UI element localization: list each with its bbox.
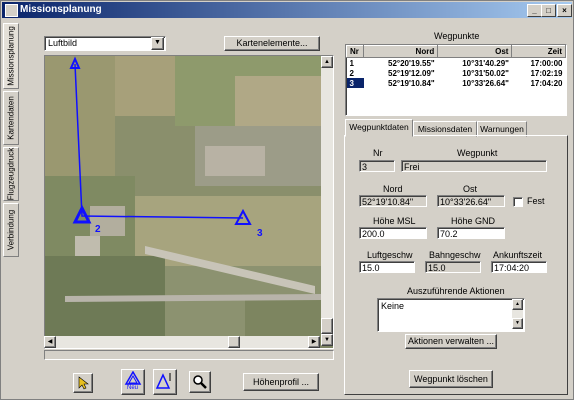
table-row-selected[interactable]: 3 52°19'10.84" 10°33'26.64" 17:04:20	[346, 78, 566, 88]
scroll-thumb-vertical[interactable]	[321, 318, 333, 334]
aktionen-verwalten-button[interactable]: Aktionen verwalten ...	[405, 334, 497, 349]
column-header[interactable]: Zeit	[511, 45, 566, 58]
table-row[interactable]: 2 52°19'12.09" 10°31'50.02" 17:02:19	[347, 68, 566, 78]
arrow-cursor-icon	[78, 376, 89, 390]
maximize-button[interactable]: □	[541, 4, 556, 17]
wegpunkt-label: Wegpunkt	[457, 148, 498, 158]
column-header[interactable]: Ost	[437, 45, 513, 58]
chevron-down-icon[interactable]: ▼	[151, 37, 164, 50]
column-header[interactable]: Nord	[362, 45, 439, 58]
nord-field: 52°19'10.84"	[359, 195, 427, 207]
list-item[interactable]: Keine	[381, 301, 404, 311]
map-view[interactable]: 2 3 ▲ ▼	[44, 55, 334, 349]
hoehenprofil-button[interactable]: Höhenprofil ...	[243, 373, 319, 391]
luftgeschw-field[interactable]: 15.0	[359, 261, 415, 273]
scroll-down-icon[interactable]: ▼	[321, 334, 333, 346]
close-button[interactable]: ×	[557, 4, 572, 17]
fest-label: Fest	[527, 196, 545, 206]
aerial-map[interactable]: 2 3	[45, 56, 321, 346]
hoehe-gnd-label: Höhe GND	[451, 216, 496, 226]
zoom-tool-button[interactable]	[189, 371, 211, 393]
waypoints-table[interactable]: Nr Nord Ost Zeit 1 52°20'19.55" 10°31'40…	[345, 44, 567, 116]
triangle-icon	[124, 371, 142, 385]
ost-label: Ost	[463, 184, 478, 194]
column-header[interactable]: Nr	[346, 45, 364, 58]
aktionen-list[interactable]: Keine ▲ ▼	[377, 298, 525, 332]
side-tab-flugzeugdruck[interactable]: Flugzeugdruck	[3, 147, 19, 201]
waypoints-title: Wegpunkte	[434, 31, 480, 41]
map-status-bar	[44, 350, 334, 360]
hoehe-msl-field[interactable]: 200.0	[359, 227, 427, 239]
waypoint-label: 3	[257, 228, 263, 239]
app-icon	[5, 4, 18, 17]
scroll-down-icon[interactable]: ▼	[512, 318, 523, 329]
scroll-thumb-horizontal[interactable]	[228, 336, 240, 348]
side-tab-kartendaten[interactable]: Kartendaten	[3, 91, 19, 145]
tab-wegpunktdaten[interactable]: Wegpunktdaten	[345, 119, 413, 137]
main-window: Missionsplanung _ □ × Missionsplanung Ka…	[0, 0, 574, 400]
map-layer-select[interactable]: Luftbild ▼	[44, 36, 166, 51]
ankunftszeit-label: Ankunftszeit	[493, 250, 543, 260]
fest-checkbox[interactable]	[513, 197, 523, 207]
scroll-right-icon[interactable]: ▶	[308, 336, 320, 348]
table-row[interactable]: 1 52°20'19.55" 10°31'40.29" 17:00:00	[347, 58, 566, 69]
pointer-tool-button[interactable]	[73, 373, 93, 393]
scroll-left-icon[interactable]: ◀	[44, 336, 56, 348]
ost-field: 10°33'26.64"	[437, 195, 505, 207]
nr-label: Nr	[373, 148, 383, 158]
hoehe-msl-label: Höhe MSL	[373, 216, 416, 226]
luftgeschw-label: Luftgeschw	[367, 250, 413, 260]
nr-field: 3	[359, 160, 395, 172]
triangle-move-icon	[155, 373, 171, 389]
wegpunkt-loeschen-button[interactable]: Wegpunkt löschen	[409, 370, 493, 388]
waypoint-label: 2	[95, 224, 101, 235]
map-vertical-scrollbar[interactable]: ▲ ▼	[321, 56, 333, 346]
aktionen-label: Auszuführende Aktionen	[407, 286, 505, 296]
ankunftszeit-field[interactable]: 17:04:20	[491, 261, 547, 273]
aktionen-scrollbar[interactable]: ▲ ▼	[512, 299, 523, 329]
scroll-up-icon[interactable]: ▲	[321, 56, 333, 68]
title-bar: Missionsplanung _ □ ×	[2, 2, 572, 18]
side-tab-missionsplanung[interactable]: Missionsplanung	[3, 23, 19, 89]
hoehe-gnd-field[interactable]: 70.2	[437, 227, 505, 239]
nord-label: Nord	[383, 184, 403, 194]
waypoint-data-panel: Nr Wegpunkt 3 Frei Nord Ost 52°19'10.84"…	[344, 135, 568, 395]
magnifier-icon	[193, 375, 207, 389]
kartenelemente-button[interactable]: Kartenelemente...	[224, 36, 320, 51]
minimize-button[interactable]: _	[527, 4, 542, 17]
new-waypoint-button[interactable]: Neu	[121, 369, 145, 395]
map-horizontal-scrollbar[interactable]: ◀ ▶	[44, 336, 320, 348]
wegpunkt-field: Frei	[401, 160, 547, 172]
side-tab-verbindung[interactable]: Verbindung	[3, 203, 19, 257]
bahngeschw-field: 15.0	[425, 261, 481, 273]
bahngeschw-label: Bahngeschw	[429, 250, 481, 260]
scroll-up-icon[interactable]: ▲	[512, 299, 523, 310]
window-title: Missionsplanung	[20, 4, 102, 15]
move-waypoint-button[interactable]	[153, 369, 177, 395]
